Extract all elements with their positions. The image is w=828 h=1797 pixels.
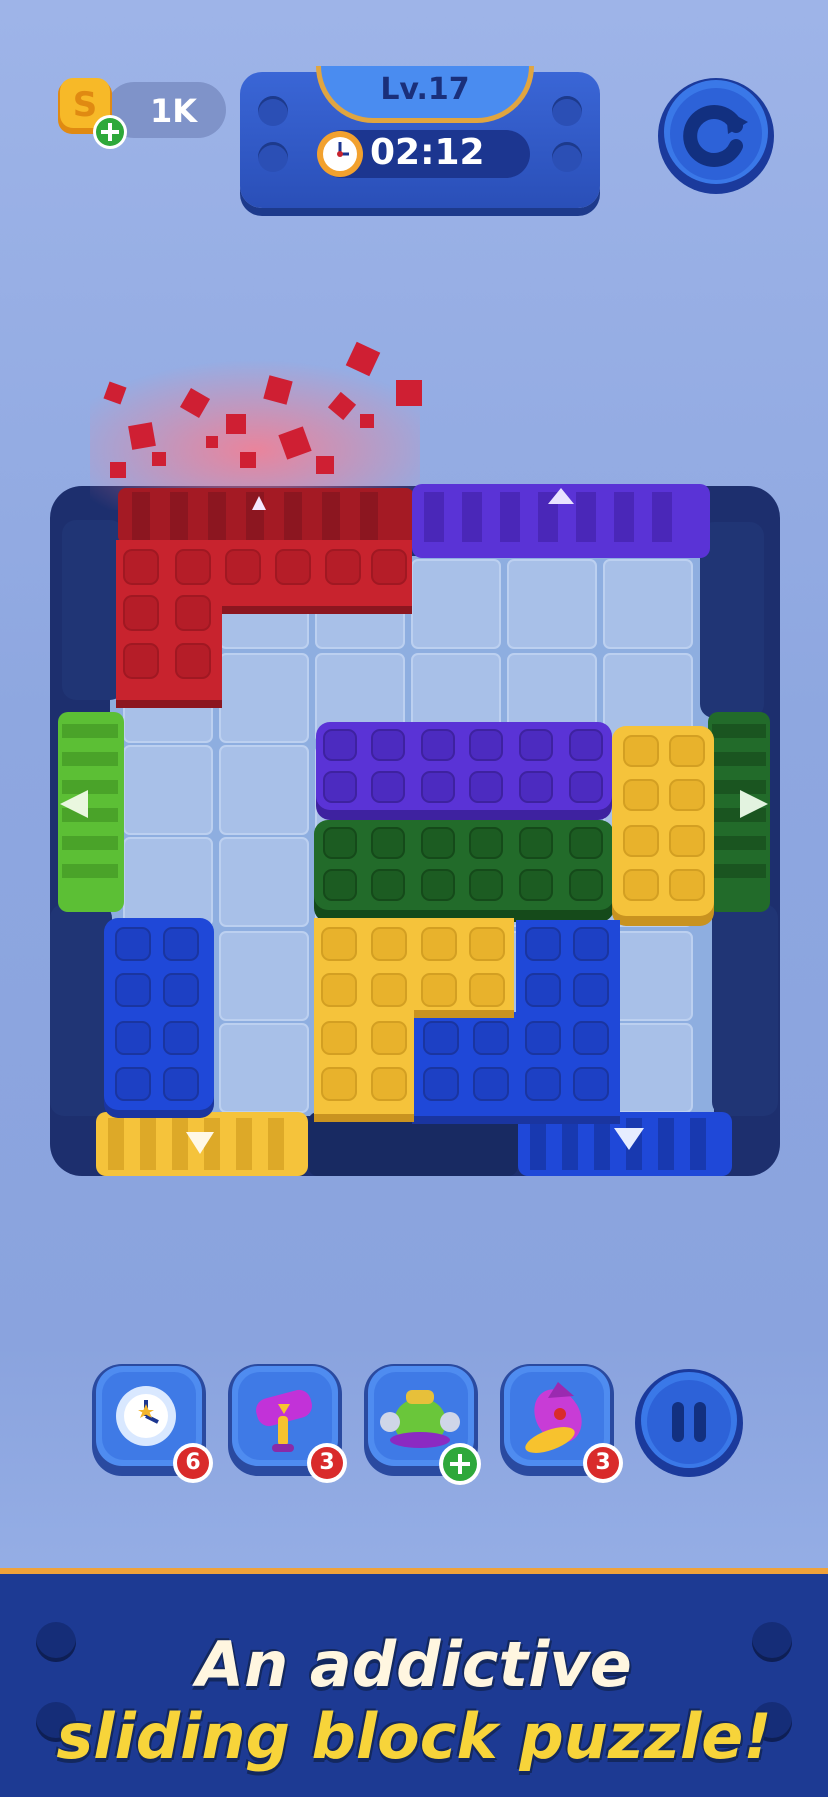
puzzle-board	[50, 341, 780, 1176]
block-dark-green	[314, 820, 614, 922]
booster-vacuum-add-badge[interactable]	[438, 1442, 482, 1486]
booster-rocket-count: 3	[595, 1450, 611, 1475]
pause-button[interactable]	[634, 1368, 744, 1478]
banner-headline-line2: sliding block puzzle!	[56, 1700, 772, 1773]
booster-freeze-clock-count: 6	[185, 1450, 201, 1475]
wall-right-lower	[712, 904, 778, 1116]
wall-left-upper	[62, 520, 124, 700]
wall-left-lower	[50, 904, 112, 1116]
block-blue-vertical	[104, 918, 214, 1118]
block-purple	[316, 722, 612, 820]
block-yellow-vertical	[612, 726, 714, 926]
banner-headline-line1: An addictive	[196, 1628, 632, 1701]
booster-hammer-count: 3	[319, 1450, 335, 1475]
wall-right-upper	[700, 522, 764, 718]
